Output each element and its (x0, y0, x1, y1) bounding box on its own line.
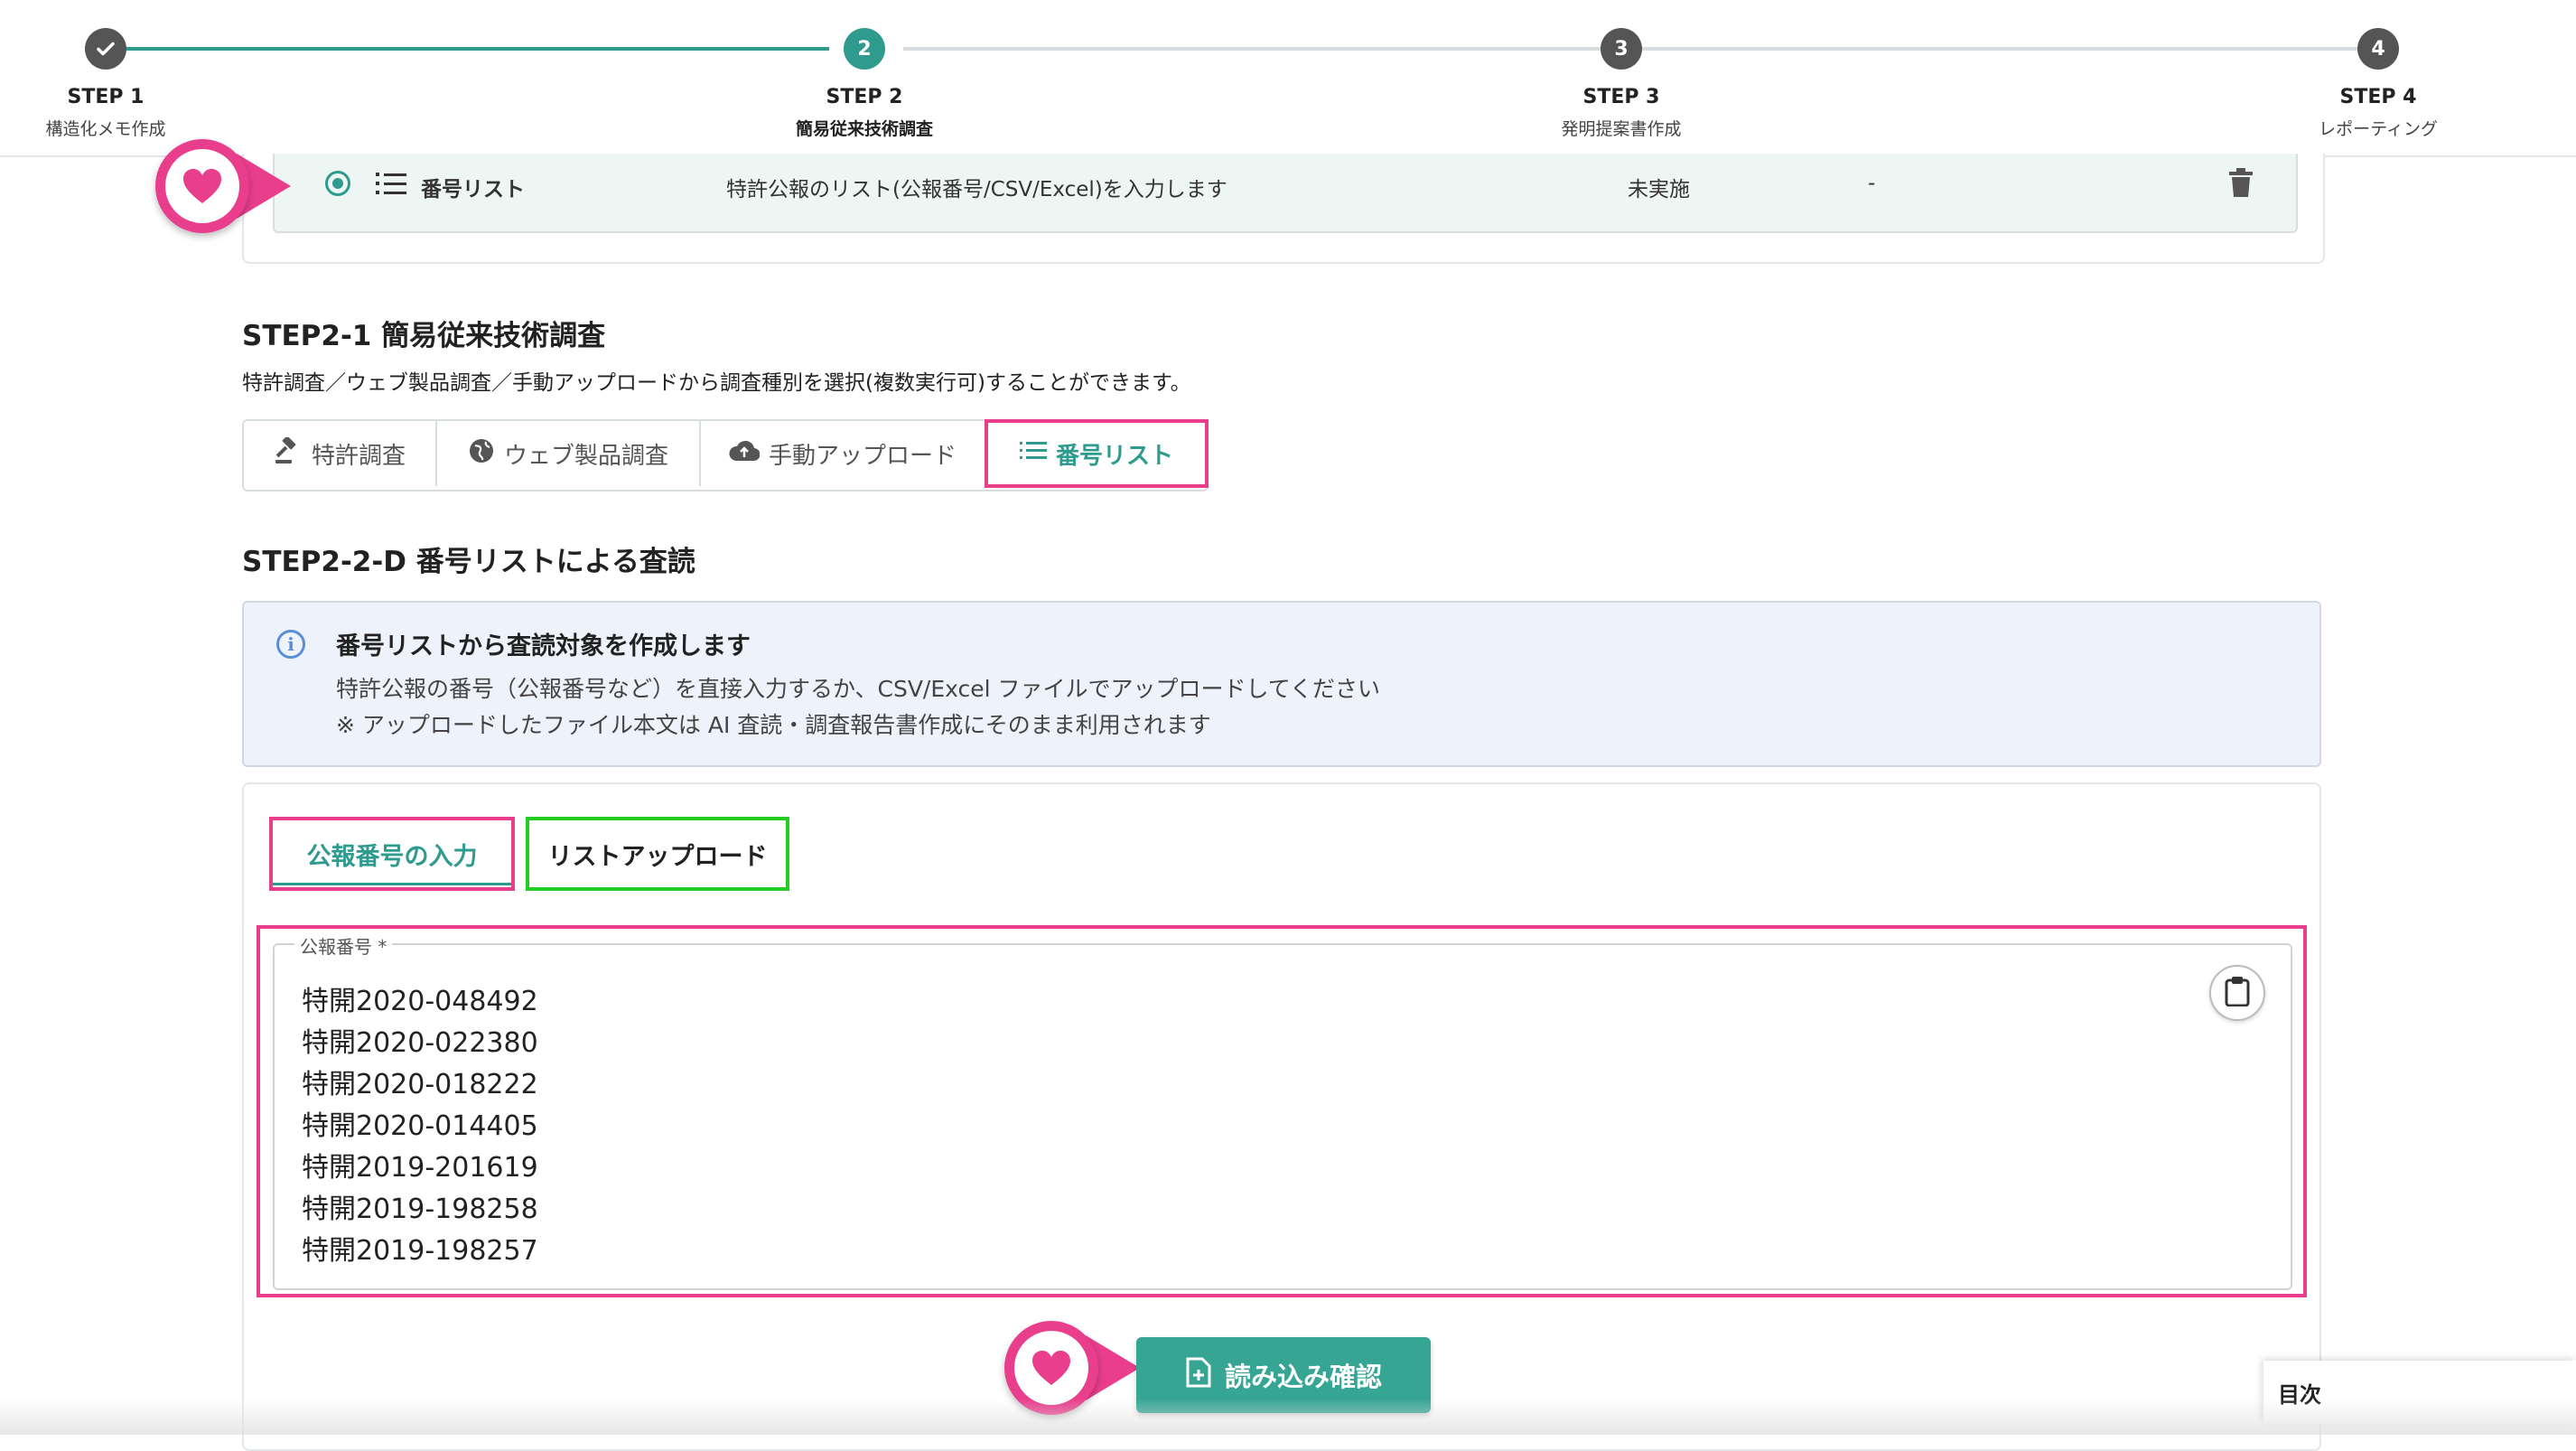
tab-number-list[interactable]: 番号リスト (985, 419, 1209, 488)
field-value-line: 特開2019-198257 (302, 1235, 538, 1267)
info-title: 番号リストから査読対象を作成します (336, 632, 751, 660)
step-3-title: STEP 3 (1582, 86, 1660, 108)
section-description: 特許調査／ウェブ製品調査／手動アップロードから調査種別を選択(複数実行可)するこ… (242, 371, 1191, 395)
stepper: STEP 1 構造化メモ作成 2 STEP 2 簡易従来技術調査 3 STEP … (0, 0, 2576, 157)
tab-label: ウェブ製品調査 (503, 442, 668, 470)
tab-label: 番号リスト (1055, 442, 1173, 470)
field-value-line: 特開2020-014405 (302, 1110, 538, 1142)
tab-manual-upload[interactable]: 手動アップロード (701, 421, 986, 486)
publication-number-textarea[interactable]: 公報番号 * 特開2020-048492 特開2020-022380 特開202… (273, 932, 2292, 1290)
list-row-name: 番号リスト (421, 178, 525, 201)
step-2-title: STEP 2 (826, 86, 903, 108)
heart-icon (1014, 1331, 1088, 1405)
step-connector-done (126, 47, 829, 51)
subtab-list-upload[interactable]: リストアップロード (526, 817, 789, 891)
info-line-1: 特許公報の番号（公報番号など）を直接入力するか、CSV/Excel ファイルでア… (336, 676, 1381, 702)
clipboard-icon (2225, 976, 2250, 1010)
investigation-type-tabs: 特許調査 ウェブ製品調査 手動アップロード 番号リスト (242, 419, 1209, 491)
list-icon (376, 170, 406, 201)
field-label: 公報番号 * (294, 932, 393, 959)
heart-icon (165, 149, 239, 223)
step-connector (1640, 47, 2379, 51)
step-3-circle[interactable]: 3 (1601, 28, 1642, 70)
list-row-extra: - (1868, 172, 1876, 195)
step-1-subtitle: 構造化メモ作成 (45, 119, 166, 139)
section-title-step2-2-d: STEP2-2-D 番号リストによる査読 (242, 546, 695, 578)
field-value-line: 特開2020-022380 (302, 1027, 538, 1059)
list-icon (1019, 439, 1047, 469)
file-add-icon (1185, 1357, 1212, 1394)
step-1-check-icon[interactable] (85, 28, 126, 70)
info-icon: i (276, 630, 305, 659)
table-of-contents-button[interactable]: 目次 (2263, 1361, 2576, 1424)
section-title-step2-1: STEP2-1 簡易従来技術調査 (242, 320, 606, 352)
step-4-subtitle: レポーティング (2319, 119, 2438, 139)
step-connector (903, 47, 1601, 51)
list-row-number-list[interactable]: 番号リスト 特許公報のリスト(公報番号/CSV/Excel)を入力します 未実施… (273, 154, 2298, 233)
info-box: i 番号リストから査読対象を作成します 特許公報の番号（公報番号など）を直接入力… (242, 601, 2321, 767)
subtab-number-input[interactable]: 公報番号の入力 (269, 817, 515, 891)
list-row-status: 未実施 (1628, 178, 1690, 201)
tab-patent-search[interactable]: 特許調査 (244, 421, 437, 486)
field-value-line: 特開2020-018222 (302, 1069, 538, 1100)
gavel-icon (274, 435, 303, 471)
step-1-title: STEP 1 (67, 86, 145, 108)
tab-label: 手動アップロード (768, 442, 957, 470)
globe-icon (468, 437, 495, 471)
field-value-line: 特開2019-198258 (302, 1194, 538, 1225)
field-value-line: 特開2019-201619 (302, 1152, 538, 1184)
trash-icon[interactable] (2229, 168, 2253, 201)
step-2-circle[interactable]: 2 (844, 28, 885, 70)
confirm-load-button[interactable]: 読み込み確認 (1136, 1337, 1431, 1413)
field-values: 特開2020-048492 特開2020-022380 特開2020-01822… (302, 981, 538, 1272)
tab-label: 特許調査 (311, 442, 406, 470)
radio-selected[interactable] (325, 171, 350, 196)
confirm-load-label: 読み込み確認 (1224, 1362, 1382, 1392)
list-row-description: 特許公報のリスト(公報番号/CSV/Excel)を入力します (726, 178, 1227, 201)
clipboard-paste-button[interactable] (2209, 965, 2265, 1021)
step-4-title: STEP 4 (2339, 86, 2417, 108)
step-4-circle[interactable]: 4 (2357, 28, 2399, 70)
info-line-2: ※ アップロードしたファイル本文は AI 査読・調査報告書作成にそのまま利用され… (336, 712, 1211, 738)
step-3-subtitle: 発明提案書作成 (1561, 119, 1682, 139)
field-value-line: 特開2020-048492 (302, 986, 538, 1017)
cloud-upload-icon (729, 439, 761, 469)
tab-web-product-search[interactable]: ウェブ製品調査 (437, 421, 701, 486)
step-2-subtitle: 簡易従来技術調査 (795, 119, 933, 139)
